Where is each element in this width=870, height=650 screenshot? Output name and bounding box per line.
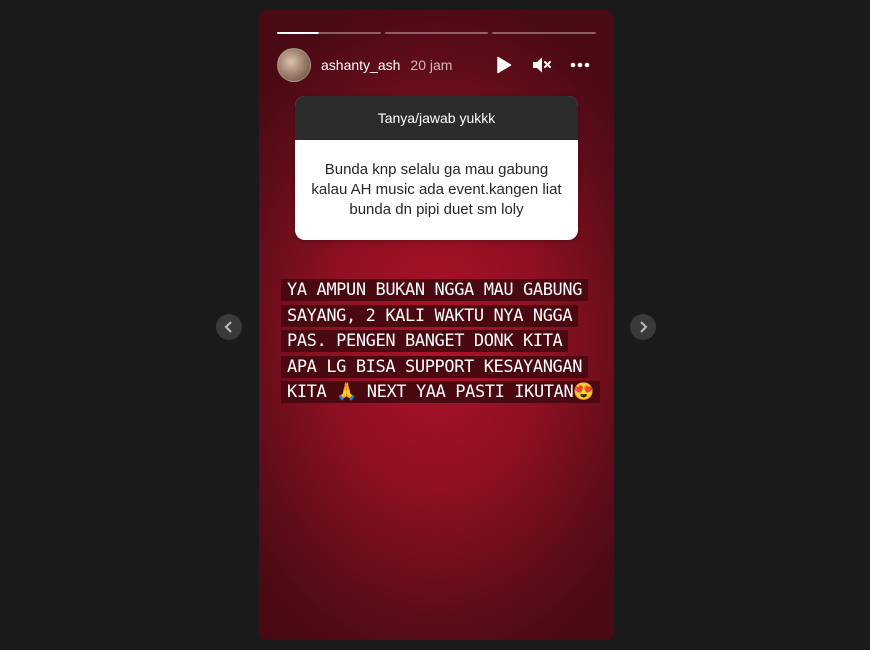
post-time: 20 jam	[410, 57, 453, 73]
story-header: ashanty_ash 20 jam	[277, 47, 596, 83]
story-controls	[492, 53, 592, 77]
chevron-left-icon	[224, 321, 232, 333]
question-sticker-title: Tanya/jawab yukkk	[295, 96, 578, 140]
progress-segment	[492, 32, 597, 34]
progress-segment	[384, 32, 489, 34]
avatar[interactable]	[277, 48, 311, 82]
story-viewer: ashanty_ash 20 jam Tanya/jawab yukkk Bun…	[259, 10, 614, 640]
story-progress-bar	[277, 32, 597, 34]
answer-text: YA AMPUN BUKAN NGGA MAU GABUNG SAYANG, 2…	[281, 279, 601, 403]
play-icon	[497, 56, 512, 74]
more-options-button[interactable]	[568, 53, 592, 77]
chevron-right-icon	[640, 321, 648, 333]
progress-segment	[277, 32, 381, 34]
question-text: Bunda knp selalu ga mau gabung kalau AH …	[311, 161, 562, 218]
previous-story-button[interactable]	[216, 314, 242, 340]
next-story-button[interactable]	[630, 314, 656, 340]
play-button[interactable]	[492, 53, 516, 77]
more-icon	[570, 62, 590, 68]
mute-icon	[533, 57, 551, 73]
mute-button[interactable]	[530, 53, 554, 77]
username[interactable]: ashanty_ash	[321, 57, 400, 73]
question-sticker: Tanya/jawab yukkk Bunda knp selalu ga ma…	[295, 96, 578, 240]
answer-text-block: YA AMPUN BUKAN NGGA MAU GABUNG SAYANG, 2…	[281, 278, 601, 406]
